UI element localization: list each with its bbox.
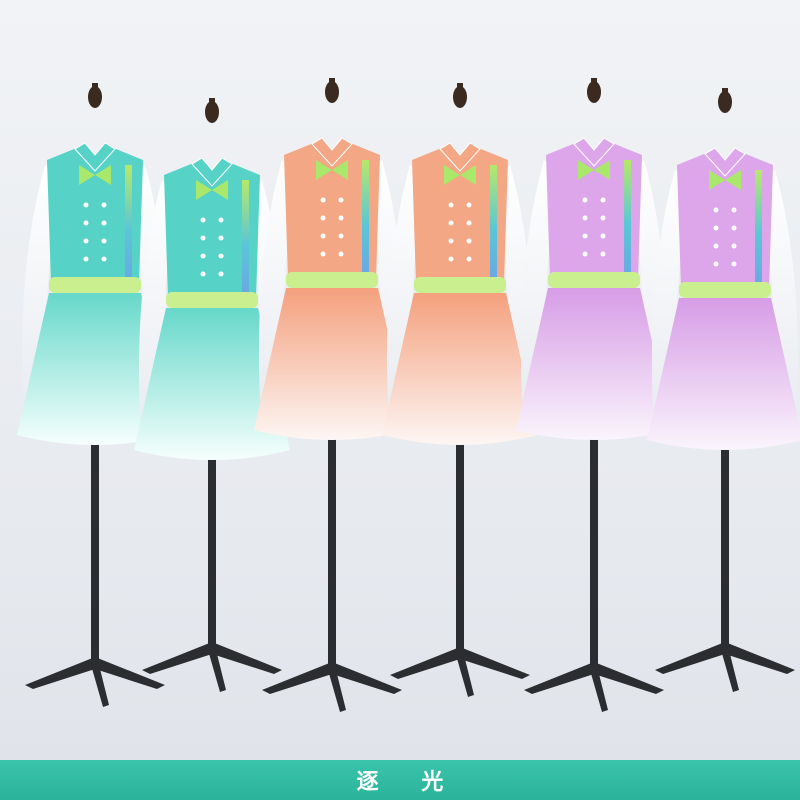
waistband (548, 272, 640, 288)
bodice-button (83, 202, 89, 208)
bodice-button (101, 238, 107, 244)
bodice-button (448, 238, 454, 244)
bodice-button (101, 256, 107, 262)
bodice-button (320, 197, 326, 203)
bodice-button (582, 215, 588, 221)
bodice-button (101, 220, 107, 226)
product-photo: 逐 光 (0, 0, 800, 800)
waistband (679, 282, 771, 298)
bodice-button (218, 235, 224, 241)
bodice-button (200, 271, 206, 277)
bodice-button (466, 238, 472, 244)
bodice-button (83, 238, 89, 244)
bodice-button (600, 197, 606, 203)
bodice-button (218, 253, 224, 259)
bodice-button (448, 256, 454, 262)
bodice-button (338, 233, 344, 239)
waistband (166, 292, 258, 308)
boy-lilac-suit (516, 137, 672, 440)
bodice-button (320, 215, 326, 221)
waistband (49, 277, 141, 293)
bodice-button (200, 253, 206, 259)
ribbon-right (490, 165, 497, 295)
bodice-button (466, 202, 472, 208)
bodice-button (320, 251, 326, 257)
bodice-button (582, 233, 588, 239)
ribbon-right (125, 165, 132, 295)
boy-orange-suit (254, 137, 410, 440)
bodice-button (582, 251, 588, 257)
bodice-button (83, 220, 89, 226)
bodice-button (83, 256, 89, 262)
bodice-button (600, 251, 606, 257)
bodice-button (731, 261, 737, 267)
bodice-button (466, 256, 472, 262)
bodice-button (466, 220, 472, 226)
bodice-button (218, 217, 224, 223)
ribbon-right (755, 170, 762, 300)
bodice-button (200, 235, 206, 241)
stand-pole (590, 400, 598, 670)
bodice-button (218, 271, 224, 277)
bodice-button (731, 225, 737, 231)
ribbon-right (242, 180, 249, 310)
bodice-button (713, 243, 719, 249)
girl-lilac-dress (647, 147, 800, 450)
bodice-button (101, 202, 107, 208)
bodice-button (713, 261, 719, 267)
bodice-button (338, 215, 344, 221)
bodice-button (713, 225, 719, 231)
bodice-button (448, 220, 454, 226)
bodice-button (448, 202, 454, 208)
stand-pole (328, 400, 336, 670)
bodice-button (200, 217, 206, 223)
costume-display-scene (17, 78, 800, 712)
ribbon-right (624, 160, 631, 290)
bodice-button (338, 197, 344, 203)
bodice-button (582, 197, 588, 203)
bodice-button (731, 243, 737, 249)
caption-bar: 逐 光 (0, 760, 800, 800)
bodice-button (320, 233, 326, 239)
bodice-button (338, 251, 344, 257)
waistband (414, 277, 506, 293)
bodice-button (713, 207, 719, 213)
outfits (17, 137, 800, 460)
girl-orange-dress (382, 142, 538, 445)
bodice-button (600, 215, 606, 221)
caption-title: 逐 光 (356, 769, 462, 795)
waistband (286, 272, 378, 288)
bodice-button (600, 233, 606, 239)
bodice-button (731, 207, 737, 213)
ribbon-right (362, 160, 369, 290)
